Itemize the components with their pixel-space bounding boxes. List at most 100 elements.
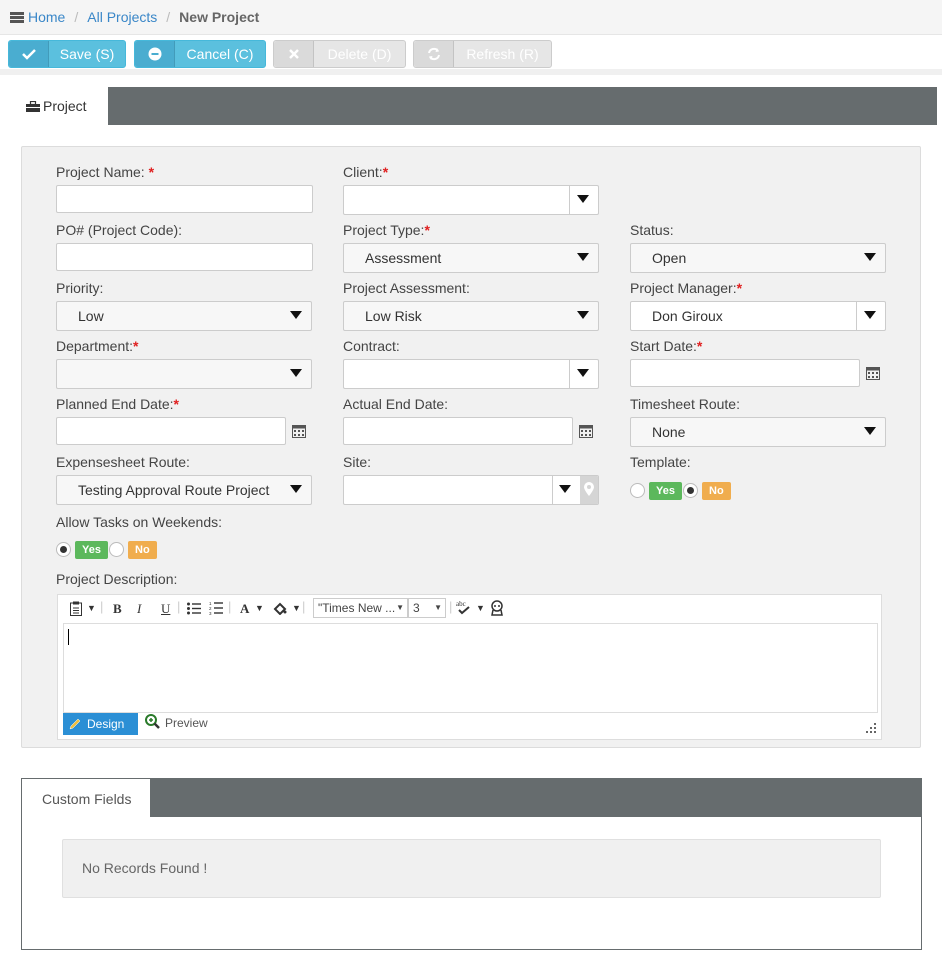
project-assessment-label: Project Assessment: (343, 280, 470, 296)
start-date-input[interactable] (630, 359, 860, 387)
timesheet-route-select[interactable]: None (630, 417, 886, 447)
breadcrumb: Home / All Projects / New Project (0, 0, 942, 35)
project-type-select[interactable]: Assessment (343, 243, 599, 273)
breadcrumb-current: New Project (179, 9, 260, 25)
caret-down-icon (290, 485, 302, 493)
weekends-no-radio[interactable] (109, 542, 124, 557)
refresh-icon (414, 41, 454, 67)
paste-icon[interactable] (70, 601, 82, 616)
toolbar: Save (S) Cancel (C) Delete (D) Refresh (… (0, 35, 942, 75)
toolbar-separator: | (100, 599, 104, 614)
zoom-in-icon (145, 714, 160, 729)
italic-icon[interactable]: I (137, 601, 141, 617)
template-no-badge[interactable]: No (702, 482, 731, 500)
status-label: Status: (630, 222, 674, 238)
allow-weekends-label: Allow Tasks on Weekends: (56, 514, 223, 530)
tab-project[interactable]: Project (5, 87, 108, 125)
refresh-button-label: Refresh (R) (466, 46, 539, 62)
map-marker-icon[interactable] (584, 482, 594, 496)
client-select[interactable] (343, 185, 599, 215)
caret-down-icon (577, 369, 589, 377)
calendar-icon[interactable] (292, 424, 306, 438)
site-select[interactable] (343, 475, 599, 505)
calendar-icon[interactable] (579, 424, 593, 438)
priority-label: Priority: (56, 280, 104, 296)
text-cursor (68, 629, 69, 645)
description-editor: ▼ | B I U | 123 | A ▼ ▼ | "Times New ...… (57, 594, 882, 740)
actual-end-date-label: Actual End Date: (343, 396, 449, 412)
breadcrumb-separator: / (166, 9, 171, 25)
highlight-icon[interactable] (273, 602, 287, 615)
caret-down-icon (864, 311, 876, 319)
toolbar-separator: | (449, 599, 453, 614)
actual-end-date-input[interactable] (343, 417, 573, 445)
caret-down-icon (290, 369, 302, 377)
status-select[interactable]: Open (630, 243, 886, 273)
delete-button[interactable]: Delete (D) (273, 40, 406, 68)
font-color-icon[interactable]: A (240, 601, 249, 617)
template-no-radio[interactable] (683, 483, 698, 498)
spellcheck-dropdown-icon[interactable]: ▼ (476, 603, 485, 613)
breadcrumb-home[interactable]: Home (28, 9, 65, 25)
numbered-list-icon[interactable]: 123 (209, 601, 223, 616)
custom-fields-tabbar (22, 779, 921, 817)
template-yes-badge[interactable]: Yes (649, 482, 682, 500)
resize-handle-icon[interactable] (866, 723, 876, 733)
project-manager-select[interactable]: Don Giroux (630, 301, 886, 331)
design-mode-tab[interactable]: Design (63, 713, 138, 735)
highlight-dropdown-icon[interactable]: ▼ (292, 603, 301, 613)
spellcheck-icon[interactable]: abc (456, 599, 472, 615)
weekends-yes-radio[interactable] (56, 542, 71, 557)
refresh-button[interactable]: Refresh (R) (413, 40, 552, 68)
editor-content-area[interactable] (63, 623, 878, 713)
project-manager-label: Project Manager:* (630, 280, 743, 296)
clean-format-icon[interactable] (489, 600, 505, 616)
editor-footer: Design Preview (63, 713, 878, 737)
breadcrumb-all-projects[interactable]: All Projects (87, 9, 157, 25)
cancel-button[interactable]: Cancel (C) (134, 40, 266, 68)
project-tabbar: Project (0, 87, 942, 125)
calendar-icon[interactable] (866, 366, 880, 380)
caret-down-icon (864, 427, 876, 435)
contract-select[interactable] (343, 359, 599, 389)
custom-fields-panel: Custom Fields No Records Found ! (21, 778, 922, 950)
close-icon (274, 41, 314, 67)
site-label: Site: (343, 454, 372, 470)
department-select[interactable] (56, 359, 312, 389)
font-size-select[interactable]: 3 ▼ (408, 598, 446, 618)
no-records-message: No Records Found ! (62, 839, 881, 898)
bullet-list-icon[interactable] (187, 602, 201, 615)
project-name-label: Project Name: * (56, 164, 155, 180)
font-name-select[interactable]: "Times New ... ▼ (313, 598, 408, 618)
start-date-label: Start Date:* (630, 338, 703, 354)
caret-down-icon (864, 253, 876, 261)
save-button[interactable]: Save (S) (8, 40, 126, 68)
bold-icon[interactable]: B (113, 601, 122, 617)
project-name-input[interactable] (56, 185, 313, 213)
font-color-dropdown-icon[interactable]: ▼ (255, 603, 264, 613)
underline-icon[interactable]: U (161, 601, 170, 617)
client-label: Client:* (343, 164, 389, 180)
caret-down-icon: ▼ (396, 603, 404, 612)
paste-dropdown-icon[interactable]: ▼ (87, 603, 96, 613)
weekends-yes-badge[interactable]: Yes (75, 541, 108, 559)
pencil-icon (69, 718, 81, 730)
template-yes-radio[interactable] (630, 483, 645, 498)
toolbar-separator: | (302, 599, 306, 614)
cancel-button-label: Cancel (C) (186, 46, 254, 62)
preview-mode-tab[interactable]: Preview (145, 714, 208, 730)
priority-select[interactable]: Low (56, 301, 312, 331)
briefcase-icon (26, 100, 40, 112)
weekends-no-badge[interactable]: No (128, 541, 157, 559)
timesheet-route-label: Timesheet Route: (630, 396, 740, 412)
tab-custom-fields[interactable]: Custom Fields (22, 779, 150, 818)
caret-down-icon: ▼ (434, 603, 442, 612)
planned-end-date-input[interactable] (56, 417, 286, 445)
department-label: Department:* (56, 338, 139, 354)
expensesheet-route-select[interactable]: Testing Approval Route Project (56, 475, 312, 505)
svg-text:abc: abc (456, 600, 466, 608)
project-description-label: Project Description: (56, 571, 178, 587)
po-input[interactable] (56, 243, 313, 271)
expensesheet-route-label: Expensesheet Route: (56, 454, 190, 470)
project-assessment-select[interactable]: Low Risk (343, 301, 599, 331)
